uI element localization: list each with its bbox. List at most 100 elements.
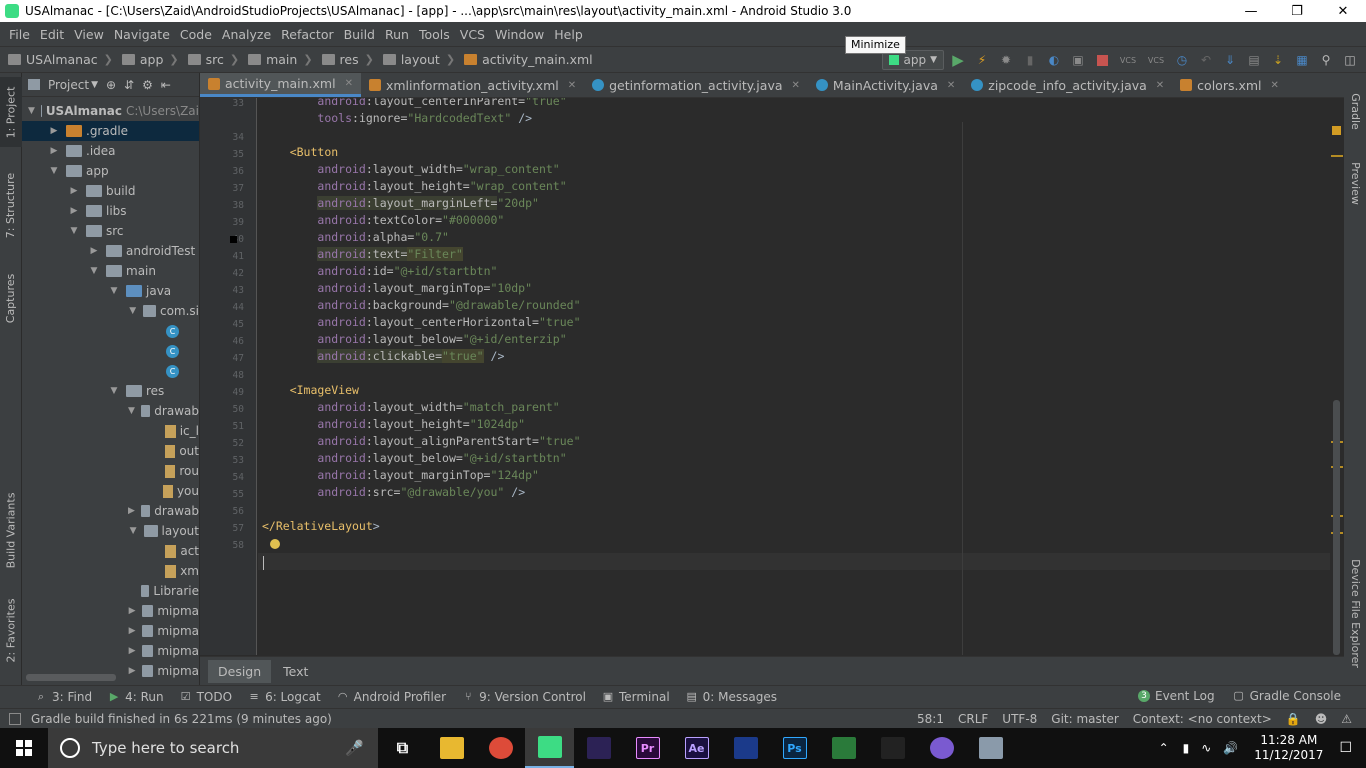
action-center-icon[interactable]: ☐: [1339, 740, 1352, 756]
status-message[interactable]: Gradle build finished in 6s 221ms (9 min…: [31, 712, 332, 726]
warning-marker-icon[interactable]: [1332, 126, 1341, 135]
history-icon[interactable]: ◷: [1172, 50, 1192, 70]
tree-node[interactable]: ▶ .gradle: [22, 121, 199, 141]
code-line[interactable]: android:layout_marginTop="124dp": [262, 467, 539, 484]
tree-node[interactable]: rou: [22, 461, 199, 481]
tree-node[interactable]: you: [22, 481, 199, 501]
taskbar-file-explorer[interactable]: [427, 728, 476, 768]
taskbar-premiere[interactable]: Pr: [623, 728, 672, 768]
code-line[interactable]: android:clickable="true" />: [262, 348, 504, 365]
code-line[interactable]: tools:ignore="HardcodedText" />: [262, 110, 532, 127]
code-line[interactable]: android:text="Filter": [262, 246, 463, 263]
tree-node[interactable]: ▶ libs: [22, 201, 199, 221]
taskbar-chrome[interactable]: [476, 728, 525, 768]
error-stripe[interactable]: [1330, 122, 1343, 655]
code-line[interactable]: </RelativeLayout>: [262, 518, 380, 535]
menu-navigate[interactable]: Navigate: [109, 27, 175, 42]
minimize-button[interactable]: —: [1228, 0, 1274, 22]
collapsed-arrow-icon[interactable]: ▶: [128, 646, 136, 656]
tree-node[interactable]: ▶ androidTest: [22, 241, 199, 261]
code-line[interactable]: android:id="@+id/startbtn": [262, 263, 497, 280]
git-branch[interactable]: Git: master: [1051, 712, 1119, 726]
tree-node[interactable]: ▼ main: [22, 261, 199, 281]
close-tab-icon[interactable]: ✕: [1156, 80, 1164, 91]
breadcrumb-item[interactable]: USAlmanac ❯: [8, 52, 118, 67]
project-tool-tab[interactable]: 1: Project: [0, 77, 22, 147]
code-line[interactable]: android:layout_alignParentStart="true": [262, 433, 580, 450]
tree-node[interactable]: ▶ drawab: [22, 501, 199, 521]
tree-node[interactable]: Librarie: [22, 581, 199, 601]
notification-icon[interactable]: ⚠: [1341, 712, 1352, 726]
tree-node[interactable]: ▼ java: [22, 281, 199, 301]
tool-find[interactable]: ⌕ 3: Find: [30, 690, 97, 704]
tree-node[interactable]: C: [22, 361, 199, 381]
profile-icon[interactable]: ◐: [1044, 50, 1064, 70]
taskbar-app-gray[interactable]: [966, 728, 1015, 768]
tab-colors-xml[interactable]: colors.xml ✕: [1172, 73, 1287, 97]
stop-icon[interactable]: [1092, 50, 1112, 70]
tab-design[interactable]: Design: [208, 659, 272, 683]
breadcrumb-item[interactable]: main ❯: [248, 52, 317, 67]
lock-icon[interactable]: 🔒: [1286, 712, 1301, 726]
horizontal-scrollbar[interactable]: [26, 674, 116, 681]
search-everywhere-icon[interactable]: ⚲: [1316, 50, 1336, 70]
close-tab-icon[interactable]: ✕: [947, 80, 955, 91]
expanded-arrow-icon[interactable]: ▼: [128, 526, 138, 536]
tool-gradleconsole[interactable]: ▢ Gradle Console: [1228, 689, 1346, 703]
breadcrumb-item[interactable]: layout ❯: [382, 52, 460, 67]
microphone-icon[interactable]: 🎤: [345, 739, 364, 757]
attach-icon[interactable]: ▣: [1068, 50, 1088, 70]
stripe-marker[interactable]: [1331, 155, 1343, 157]
code-line[interactable]: <Button: [262, 144, 338, 161]
menu-window[interactable]: Window: [490, 27, 549, 42]
collapsed-arrow-icon[interactable]: ▶: [128, 666, 136, 676]
expanded-arrow-icon[interactable]: ▼: [108, 286, 120, 296]
device-file-explorer-tab[interactable]: Device File Explorer: [1344, 553, 1366, 673]
breadcrumb-item[interactable]: src ❯: [187, 52, 244, 67]
taskbar-eclipse[interactable]: [574, 728, 623, 768]
taskbar-after-effects[interactable]: Ae: [672, 728, 721, 768]
code-editor[interactable]: android:layout_centerInParent="true" too…: [258, 98, 1343, 655]
sync-gradle-icon[interactable]: ⇓: [1220, 50, 1240, 70]
start-button[interactable]: [0, 728, 48, 768]
favorites-tool-tab[interactable]: 2: Favorites: [0, 595, 22, 665]
collapsed-arrow-icon[interactable]: ▶: [68, 186, 80, 196]
tree-node[interactable]: ▼ USAlmanac C:\Users\Zai: [22, 101, 199, 121]
volume-icon[interactable]: 🔊: [1223, 741, 1238, 755]
expanded-arrow-icon[interactable]: ▼: [88, 266, 100, 276]
caret-position[interactable]: 58:1: [917, 712, 944, 726]
chevron-up-icon[interactable]: ⌃: [1159, 741, 1169, 755]
collapsed-arrow-icon[interactable]: ▶: [68, 206, 80, 216]
tool-terminal[interactable]: ▣ Terminal: [597, 690, 675, 704]
tree-node[interactable]: ▶ mipma: [22, 601, 199, 621]
tool-versioncontrol[interactable]: ⑂ 9: Version Control: [457, 690, 591, 704]
project-structure-icon[interactable]: ▦: [1292, 50, 1312, 70]
debug-icon[interactable]: ✹: [996, 50, 1016, 70]
tool-window-toggle-icon[interactable]: [9, 712, 21, 725]
tree-node[interactable]: ▼ com.si: [22, 301, 199, 321]
code-line[interactable]: android:background="@drawable/rounded": [262, 297, 580, 314]
menu-build[interactable]: Build: [339, 27, 380, 42]
taskbar-search[interactable]: Type here to search 🎤: [48, 728, 378, 768]
hector-icon[interactable]: ☻: [1315, 712, 1328, 726]
close-tab-icon[interactable]: ✕: [345, 78, 353, 89]
close-tab-icon[interactable]: ✕: [792, 80, 800, 91]
tab-getinformation-activity-java[interactable]: getinformation_activity.java ✕: [584, 73, 808, 97]
sync-icon[interactable]: ⊕: [106, 78, 116, 92]
tree-node[interactable]: ▶ .idea: [22, 141, 199, 161]
vcs-update-icon[interactable]: VCS: [1116, 50, 1140, 70]
code-line[interactable]: android:layout_height="1024dp": [262, 416, 525, 433]
taskbar-task-view[interactable]: ⧉: [378, 728, 427, 768]
code-line[interactable]: <ImageView: [262, 382, 359, 399]
tool-run[interactable]: ▶ 4: Run: [103, 690, 169, 704]
chevron-down-icon[interactable]: ▼: [91, 80, 98, 90]
tool-eventlog[interactable]: 3 Event Log: [1133, 689, 1220, 703]
menu-tools[interactable]: Tools: [414, 27, 455, 42]
expanded-arrow-icon[interactable]: ▼: [48, 166, 60, 176]
code-line[interactable]: android:src="@drawable/you" />: [262, 484, 525, 501]
structure-tool-tab[interactable]: 7: Structure: [0, 165, 22, 245]
preview-tool-tab[interactable]: Preview: [1344, 153, 1366, 213]
code-line[interactable]: android:layout_below="@+id/enterzip": [262, 331, 566, 348]
collapsed-arrow-icon[interactable]: ▶: [88, 246, 100, 256]
menu-vcs[interactable]: VCS: [455, 27, 490, 42]
